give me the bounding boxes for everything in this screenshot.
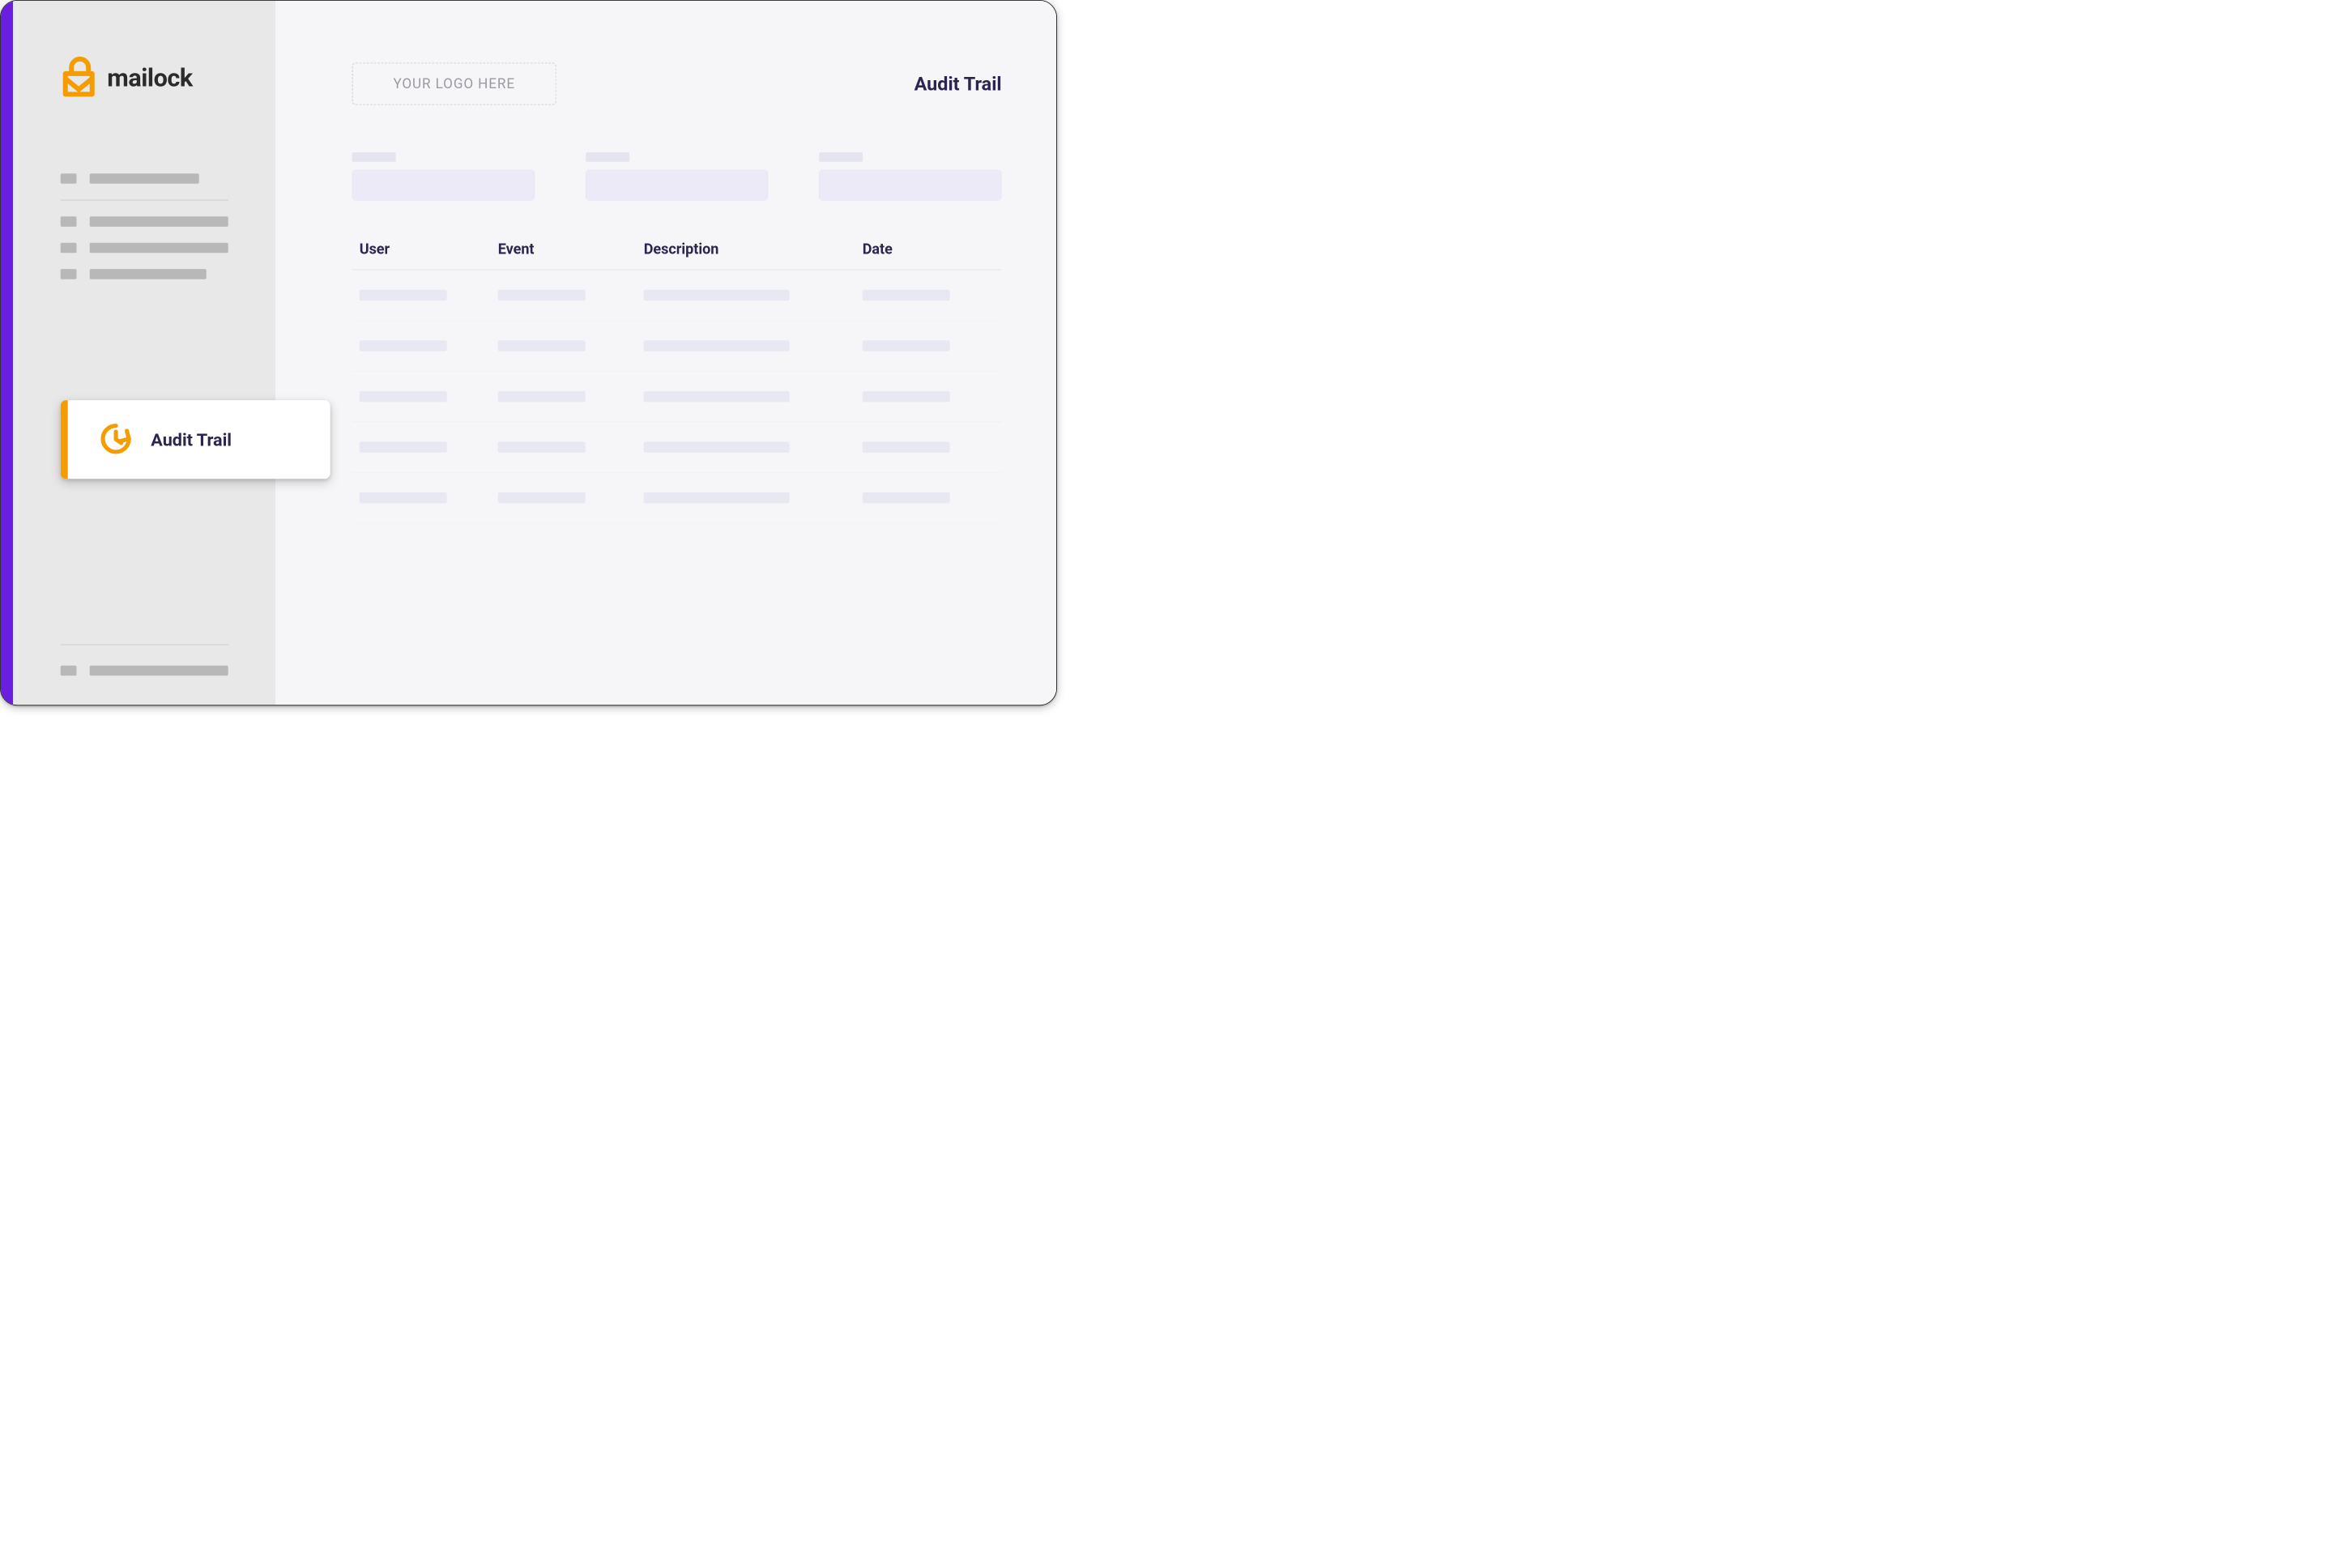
- active-indicator: [61, 400, 68, 479]
- table-header: User Event Description Date: [352, 241, 1002, 270]
- nav-item-placeholder[interactable]: [61, 269, 228, 279]
- audit-table: User Event Description Date: [352, 241, 1002, 523]
- cell-placeholder: [360, 391, 447, 403]
- sidebar-item-label: Audit Trail: [151, 429, 232, 450]
- nav-item-placeholder[interactable]: [61, 243, 228, 254]
- cell-placeholder: [360, 290, 447, 301]
- cell-placeholder: [644, 391, 790, 403]
- cell-placeholder: [863, 492, 950, 504]
- cell-placeholder: [863, 441, 950, 453]
- filter-field: [586, 152, 768, 200]
- table-row[interactable]: [352, 270, 1002, 321]
- sidebar: mailock: [13, 1, 275, 705]
- nav-primary: [13, 173, 275, 279]
- client-logo-placeholder[interactable]: YOUR LOGO HERE: [352, 62, 556, 104]
- history-clock-icon: [97, 420, 135, 459]
- nav-icon-placeholder: [61, 216, 77, 227]
- brand-logo[interactable]: mailock: [13, 55, 275, 100]
- logo-placeholder-text: YOUR LOGO HERE: [393, 76, 515, 92]
- brand-name: mailock: [107, 63, 192, 92]
- main-content: YOUR LOGO HERE Audit Trail: [275, 1, 1056, 705]
- filter-field: [352, 152, 535, 200]
- col-user[interactable]: User: [360, 241, 484, 258]
- cell-placeholder: [644, 492, 790, 504]
- table-body: [352, 270, 1002, 523]
- mailock-icon: [61, 55, 97, 100]
- nav-icon-placeholder: [61, 243, 77, 254]
- cell-placeholder: [644, 441, 790, 453]
- cell-placeholder: [863, 391, 950, 403]
- cell-placeholder: [863, 290, 950, 301]
- sidebar-item-audit-trail[interactable]: Audit Trail: [61, 400, 330, 479]
- cell-placeholder: [644, 340, 790, 352]
- filter-label-placeholder: [352, 152, 396, 162]
- cell-placeholder: [498, 441, 586, 453]
- nav-label-placeholder: [90, 666, 228, 676]
- filter-input[interactable]: [586, 170, 768, 201]
- cell-placeholder: [360, 492, 447, 504]
- nav-item-placeholder[interactable]: [61, 666, 228, 676]
- filter-input[interactable]: [819, 170, 1001, 201]
- page-title: Audit Trail: [914, 73, 1002, 95]
- filter-input[interactable]: [352, 170, 535, 201]
- filter-bar: [352, 152, 1002, 200]
- nav-label-placeholder: [90, 269, 207, 279]
- nav-icon-placeholder: [61, 666, 77, 676]
- cell-placeholder: [498, 290, 586, 301]
- nav-label-placeholder: [90, 216, 228, 227]
- nav-label-placeholder: [90, 173, 199, 184]
- table-row[interactable]: [352, 473, 1002, 524]
- nav-label-placeholder: [90, 243, 228, 254]
- filter-label-placeholder: [819, 152, 863, 162]
- cell-placeholder: [360, 340, 447, 352]
- app-window: mailock: [0, 0, 1057, 705]
- nav-item-placeholder[interactable]: [61, 173, 228, 184]
- col-date[interactable]: Date: [863, 241, 995, 258]
- table-row[interactable]: [352, 422, 1002, 473]
- accent-stripe: [1, 1, 13, 705]
- col-event[interactable]: Event: [498, 241, 629, 258]
- cell-placeholder: [644, 290, 790, 301]
- cell-placeholder: [498, 492, 586, 504]
- nav-footer: [61, 645, 228, 676]
- cell-placeholder: [498, 391, 586, 403]
- filter-field: [819, 152, 1001, 200]
- table-row[interactable]: [352, 321, 1002, 372]
- col-description[interactable]: Description: [644, 241, 848, 258]
- cell-placeholder: [360, 441, 447, 453]
- nav-icon-placeholder: [61, 173, 77, 184]
- nav-icon-placeholder: [61, 269, 77, 279]
- nav-item-placeholder[interactable]: [61, 216, 228, 227]
- cell-placeholder: [863, 340, 950, 352]
- table-row[interactable]: [352, 372, 1002, 423]
- cell-placeholder: [498, 340, 586, 352]
- filter-label-placeholder: [586, 152, 629, 162]
